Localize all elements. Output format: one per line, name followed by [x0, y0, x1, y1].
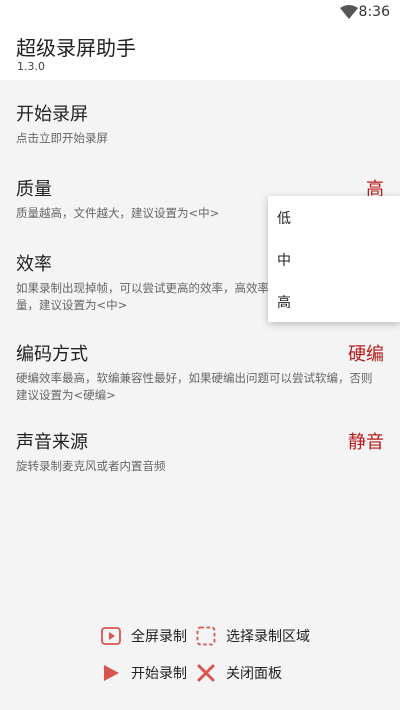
audio-source-value[interactable]: 静音: [348, 428, 384, 454]
encoding-value[interactable]: 硬编: [348, 340, 384, 366]
encoding-desc: 硬编效率最高，软编兼容性最好，如果硬编出问题可以尝试软编，否则建议设置为<硬编>: [16, 371, 373, 402]
quality-option-medium[interactable]: 中: [277, 250, 291, 270]
encoding-item[interactable]: 编码方式 硬编 硬编效率最高，软编兼容性最好，如果硬编出问题可以尝试软编，否则建…: [0, 330, 400, 410]
app-title: 超级录屏助手: [16, 36, 136, 60]
close-icon: [197, 664, 215, 682]
app-version: 1.3.0: [17, 60, 45, 73]
select-area-label: 选择录制区域: [226, 629, 310, 645]
audio-source-desc: 旋转录制麦克风或者内置音频: [16, 459, 166, 473]
bottom-row-1: 全屏录制 选择录制区域: [0, 626, 400, 650]
close-panel-button[interactable]: 关闭面板: [196, 663, 282, 683]
dashed-frame-icon: [196, 626, 216, 646]
select-area-button[interactable]: 选择录制区域: [196, 626, 310, 646]
quality-option-low[interactable]: 低: [277, 208, 291, 228]
close-panel-label: 关闭面板: [226, 666, 282, 682]
fullscreen-record-button[interactable]: 全屏录制: [101, 626, 187, 646]
play-icon: [104, 665, 119, 681]
wifi-icon: [340, 5, 358, 19]
encoding-title: 编码方式: [16, 344, 88, 365]
efficiency-title: 效率: [16, 254, 52, 275]
audio-source-title: 声音来源: [16, 432, 88, 453]
audio-source-item[interactable]: 声音来源 静音 旋转录制麦克风或者内置音频: [0, 418, 400, 483]
quality-option-high[interactable]: 高: [277, 292, 291, 312]
status-time: 8:36: [358, 4, 390, 20]
bottom-row-2: 开始录制 关闭面板: [0, 663, 400, 687]
start-record-label: 开始录制: [131, 666, 187, 682]
quality-dropdown: 低 中 高: [268, 196, 400, 322]
start-recording-item[interactable]: 开始录屏 点击立即开始录屏: [0, 90, 400, 155]
start-record-button[interactable]: 开始录制: [101, 663, 187, 683]
app-bar: 超级录屏助手 1.3.0: [0, 24, 400, 80]
start-recording-desc: 点击立即开始录屏: [16, 131, 108, 145]
fullscreen-record-label: 全屏录制: [131, 629, 187, 645]
status-bar: 8:36: [0, 0, 400, 24]
play-box-icon: [101, 627, 121, 645]
quality-title: 质量: [16, 179, 52, 200]
start-recording-title: 开始录屏: [16, 104, 88, 125]
